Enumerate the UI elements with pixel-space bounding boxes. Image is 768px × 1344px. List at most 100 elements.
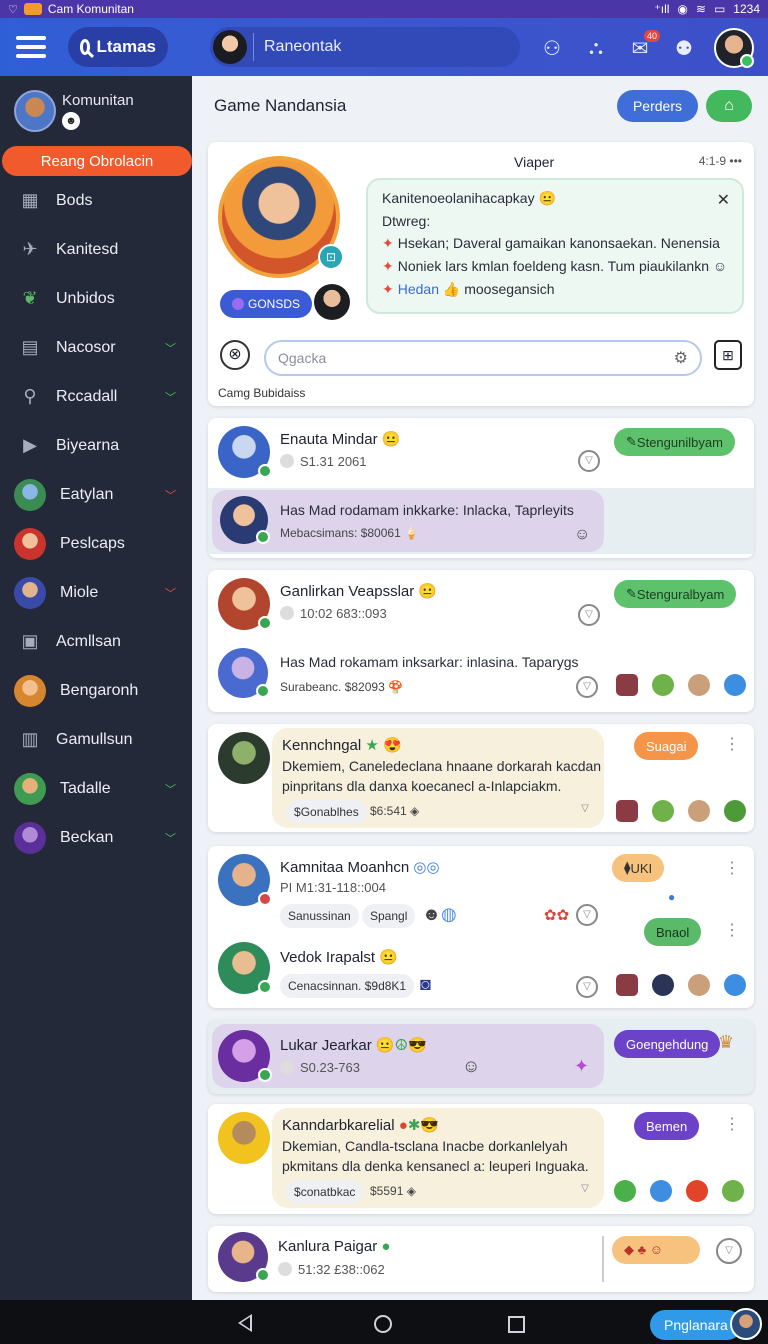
chevron-down-icon[interactable]: ▽ [574,1180,596,1202]
header-action-button[interactable]: Perders [616,90,698,122]
sidebar-item[interactable]: ▣ Acmllsan [0,617,192,666]
chevron-down-icon[interactable]: ▽ [578,450,600,472]
chevron-down-icon[interactable]: ▽ [578,604,600,626]
avatar[interactable] [218,1030,272,1082]
home-nav-icon[interactable] [374,1315,392,1333]
controller-icon[interactable]: ⚉ [670,34,698,62]
user-avatar[interactable] [714,28,754,68]
gear-icon[interactable]: ⚙ [674,348,688,368]
reaction-icon[interactable] [686,1180,708,1202]
reaction-icon[interactable] [616,674,638,696]
chevron-down-icon[interactable]: ▽ [576,676,598,698]
sidebar-item[interactable]: Eatylan ﹀ [0,470,192,519]
sidebar-item[interactable]: ▶ Biyearna [0,421,192,470]
cta-button[interactable]: Pnglanara [650,1310,742,1340]
chip[interactable]: Spangl [362,904,416,928]
sidebar-profile[interactable]: Komunitan ☻ [0,76,192,146]
reaction-icon[interactable] [650,1180,672,1202]
main-header: Game Nandansia Perders ⌂ [192,76,768,136]
reaction-icon[interactable] [652,974,674,996]
sidebar-item[interactable]: ▤ Nacosor ﹀ [0,323,192,372]
sidebar-item[interactable]: ▥ Gamullsun [0,715,192,764]
home-button[interactable]: ⌂ [706,90,752,122]
status-pill[interactable]: ⧫ UKI [612,854,665,882]
sidebar-item[interactable]: ⚲ Rccadall ﹀ [0,372,192,421]
reaction-icon[interactable] [724,974,746,996]
more-icon[interactable]: ••• [729,154,742,168]
close-icon[interactable]: ✕ [717,190,730,210]
reaction-icon[interactable] [688,674,710,696]
more-vertical-icon[interactable]: ⋮ [724,920,740,940]
chevron-down-icon[interactable]: ▽ [576,976,598,998]
reaction-row [616,674,746,696]
chat-meta: S0.23-763 [280,1060,360,1075]
reaction-icon[interactable] [652,800,674,822]
avatar[interactable] [220,496,270,544]
recents-icon[interactable] [508,1316,525,1333]
avatar[interactable] [218,1112,270,1164]
chip[interactable]: Sanussinan [280,904,359,928]
status-pill[interactable]: Suagai [634,732,699,760]
reply-input[interactable]: ⚙ [264,340,702,376]
bullet-link[interactable]: Hedan [398,281,439,297]
hamburger-menu-icon[interactable] [16,36,46,58]
sidebar-item[interactable]: Bengaronh [0,666,192,715]
sidebar-item[interactable]: Beckan ﹀ [0,813,192,862]
sidebar-item[interactable]: Tadalle ﹀ [0,764,192,813]
top-chat-input[interactable] [210,27,520,67]
reply-bubble [212,490,604,552]
sidebar-item[interactable]: ❦ Unbidos [0,274,192,323]
reaction-icon[interactable] [652,674,674,696]
avatar[interactable] [730,1308,762,1340]
profile-icon[interactable]: ⚇ [538,34,566,62]
user-tag[interactable]: GONSDS [220,290,313,318]
gamepad-icon[interactable]: ⊗ [220,340,250,370]
avatar[interactable] [218,1232,270,1282]
reaction-pill[interactable]: ◆ ♣ ☺ [612,1236,700,1264]
more-vertical-icon[interactable]: ⋮ [724,1114,740,1134]
reaction-icon[interactable] [688,800,710,822]
reaction-icon[interactable] [722,1180,744,1202]
sidebar-item[interactable]: ▦ Bods [0,176,192,225]
sidebar-item[interactable]: Peslcaps [0,519,192,568]
chevron-down-icon[interactable]: ▽ [576,904,598,926]
status-pill[interactable]: ✎ Stenguralbyam [614,580,737,608]
search-button[interactable]: Ltamas [68,27,168,67]
reply-field[interactable] [278,350,674,366]
more-vertical-icon[interactable]: ⋮ [724,858,740,878]
top-chat-field[interactable] [264,38,494,56]
chevron-down-icon[interactable]: ▽ [716,1238,742,1264]
avatar[interactable] [218,854,272,906]
avatar[interactable] [218,732,270,784]
reaction-icon[interactable] [616,800,638,822]
status-pill[interactable]: Bemen [634,1112,700,1140]
more-vertical-icon[interactable]: ⋮ [724,734,740,754]
status-pill[interactable]: Bnaol [644,918,702,946]
reaction-icon[interactable] [688,974,710,996]
avatar[interactable] [218,426,272,478]
back-icon[interactable] [238,1314,252,1332]
status-pill[interactable]: Goengehdung [614,1030,721,1058]
chip[interactable]: $ Gonablhes [286,800,367,824]
expand-icon[interactable]: ⊞ [714,340,742,370]
avatar[interactable] [218,942,272,994]
reaction-icon[interactable] [724,800,746,822]
reaction-icon[interactable] [616,974,638,996]
avatar[interactable] [218,648,270,698]
sidebar-active-item[interactable]: Reang Obrolacin [2,146,192,176]
chevron-down-icon[interactable]: ▽ [574,800,596,822]
reaction-icon[interactable] [614,1180,636,1202]
sidebar-item[interactable]: ✈ Kanitesd [0,225,192,274]
avatar[interactable] [218,578,272,630]
reaction-icon[interactable] [724,674,746,696]
dollar-icon: $ [294,805,301,819]
message-line: Dkemiem, Caneledeclana hnaane dorkarah k… [282,758,602,774]
main-panel: Game Nandansia Perders ⌂ ⊡ GONSDS Viaper… [192,76,768,1300]
community-icon[interactable]: ⛬ [582,34,610,62]
status-pill[interactable]: ✎ Stengunilbyam [614,428,735,456]
chip[interactable]: Cenacsinnan. $9d8K1 [280,974,415,998]
notification-icon[interactable]: ✉ 40 [626,30,660,62]
sidebar-item[interactable]: Miole ﹀ [0,568,192,617]
avatar[interactable] [314,284,350,320]
chip[interactable]: $ conatbkac [286,1180,364,1204]
